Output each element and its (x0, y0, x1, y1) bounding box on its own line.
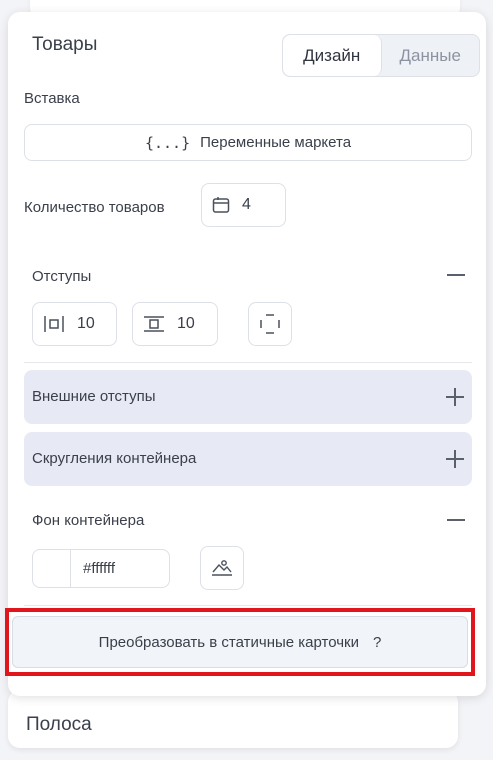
tab-design[interactable]: Дизайн (283, 35, 382, 76)
padding-individual-button[interactable] (248, 302, 292, 346)
padding-horizontal-input[interactable]: 10 (32, 302, 117, 346)
container-rounding-accordion[interactable]: Скругления контейнера (24, 432, 472, 486)
outer-margins-label: Внешние отступы (32, 388, 156, 405)
market-variables-button[interactable]: {...} Переменные маркета (24, 124, 472, 161)
market-variables-label: Переменные маркета (200, 134, 352, 151)
collapse-padding-icon[interactable] (447, 274, 465, 276)
box-icon (212, 197, 230, 213)
design-data-switch: Дизайн Данные (282, 34, 480, 77)
padding-label: Отступы (32, 268, 92, 285)
padding-horizontal-value: 10 (77, 315, 95, 332)
padding-vertical-value: 10 (177, 315, 195, 332)
background-label: Фон контейнера (32, 512, 145, 529)
section-polosa-card[interactable]: Полоса (8, 690, 458, 748)
quantity-input[interactable]: 4 (201, 183, 286, 227)
collapse-background-icon[interactable] (447, 519, 465, 521)
image-icon (212, 560, 232, 576)
padding-vertical-icon (144, 316, 164, 332)
expand-container-rounding-icon[interactable] (446, 450, 464, 468)
panel-title: Товары (32, 34, 98, 55)
expand-outer-margins-icon[interactable] (446, 388, 464, 406)
background-color-input[interactable]: #ffffff (32, 549, 170, 588)
padding-horizontal-icon (44, 316, 64, 332)
padding-sides-icon (260, 314, 280, 334)
background-image-button[interactable] (200, 546, 244, 590)
background-color-value[interactable]: #ffffff (71, 550, 115, 587)
tab-data[interactable]: Данные (382, 35, 480, 76)
quantity-value: 4 (242, 196, 251, 213)
color-swatch[interactable] (33, 550, 71, 587)
divider (24, 605, 472, 606)
highlight-frame (5, 608, 475, 676)
container-rounding-label: Скругления контейнера (32, 450, 197, 467)
outer-margins-accordion[interactable]: Внешние отступы (24, 370, 472, 424)
insert-label: Вставка (24, 90, 80, 107)
section-polosa-label: Полоса (26, 714, 92, 735)
products-settings-panel: Товары Дизайн Данные Вставка {...} Перем… (8, 12, 486, 696)
braces-icon: {...} (144, 133, 191, 152)
padding-vertical-input[interactable]: 10 (132, 302, 218, 346)
quantity-label: Количество товаров (24, 199, 165, 216)
divider (24, 362, 472, 363)
